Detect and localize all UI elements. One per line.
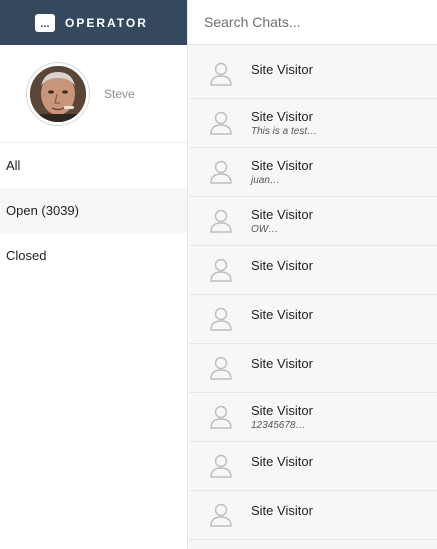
chat-name: Site Visitor (251, 306, 313, 322)
avatar[interactable] (27, 62, 89, 125)
chat-preview: OW… (251, 224, 279, 235)
chat-preview: juan… (251, 175, 280, 186)
sidebar: ... OPERATOR Steve All Open (3039) Close… (0, 0, 188, 549)
search-input[interactable] (204, 14, 434, 30)
nav-item-closed[interactable]: Closed (0, 233, 187, 278)
chat-list-item[interactable]: Site Visitor (189, 344, 437, 393)
user-outline-icon (206, 206, 236, 236)
chat-list-item[interactable]: Site Visitor juan… (189, 148, 437, 197)
search-bar (189, 0, 437, 45)
chat-name: Site Visitor (251, 355, 313, 371)
chat-list-item[interactable]: Site Visitor (189, 442, 437, 491)
chat-name: Site Visitor (251, 257, 313, 273)
operator-name: Steve (104, 86, 135, 101)
user-outline-icon (206, 500, 236, 530)
chat-list-item[interactable]: Site Visitor (189, 295, 437, 344)
user-outline-icon (206, 255, 236, 285)
user-outline-icon (206, 353, 236, 383)
nav-item-open[interactable]: Open (3039) (0, 188, 187, 233)
chat-name: Site Visitor (251, 403, 313, 418)
operator-profile[interactable]: Steve (0, 45, 187, 143)
user-outline-icon (206, 59, 236, 89)
chat-pane: Site Visitor Site Visitor This is a test… (189, 0, 437, 549)
user-outline-icon (206, 304, 236, 334)
chat-bubble-icon: ... (35, 13, 55, 32)
chat-name: Site Visitor (251, 158, 313, 173)
chat-preview: This is a test… (251, 126, 318, 137)
chat-list-item[interactable]: Site Visitor (189, 246, 437, 295)
nav-item-all[interactable]: All (0, 143, 187, 188)
chat-list-item[interactable]: Site Visitor (189, 491, 437, 540)
user-outline-icon (206, 451, 236, 481)
brand-header[interactable]: ... OPERATOR (0, 0, 187, 45)
nav-item-label: All (6, 158, 21, 173)
chat-list-item[interactable]: Site Visitor This is a test… (189, 99, 437, 148)
chat-name: Site Visitor (251, 207, 313, 222)
chat-list-item[interactable]: Site Visitor (189, 50, 437, 99)
chat-name: Site Visitor (251, 109, 313, 124)
user-outline-icon (206, 108, 236, 138)
user-outline-icon (206, 402, 236, 432)
chat-preview: 12345678… (251, 420, 306, 431)
user-outline-icon (206, 157, 236, 187)
nav-item-label: Open (3039) (6, 203, 79, 218)
chat-name: Site Visitor (251, 61, 313, 77)
chat-list-item[interactable]: Site Visitor OW… (189, 197, 437, 246)
brand-name: OPERATOR (65, 15, 148, 30)
chat-name: Site Visitor (251, 502, 313, 518)
nav-item-label: Closed (6, 248, 47, 263)
chat-name: Site Visitor (251, 453, 313, 469)
chat-list-item[interactable]: Site Visitor 12345678… (189, 393, 437, 442)
chat-list: Site Visitor Site Visitor This is a test… (189, 45, 437, 540)
